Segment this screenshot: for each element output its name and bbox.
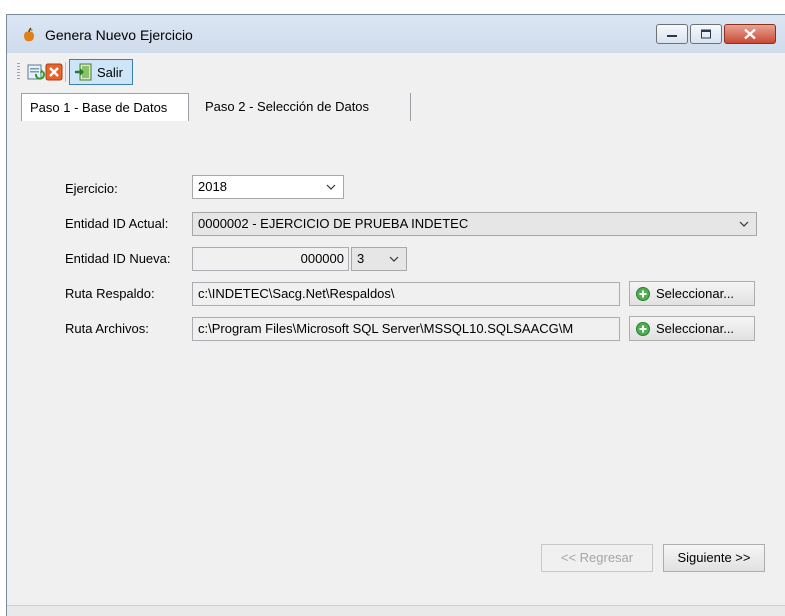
siguiente-button[interactable]: Siguiente >> [663,544,765,572]
tab-label: Paso 2 - Selección de Datos [205,99,370,114]
salir-button[interactable]: Salir [69,59,133,85]
add-icon [636,287,650,301]
ruta-archivos-label: Ruta Archivos: [65,321,149,336]
entidad-actual-value: 0000002 - EJERCICIO DE PRUEBA INDETEC [198,216,469,231]
entidad-actual-select[interactable]: 0000002 - EJERCICIO DE PRUEBA INDETEC [192,212,757,236]
entidad-nueva-field[interactable]: 000000 [192,247,349,271]
add-icon [636,322,650,336]
chevron-down-icon [389,256,399,262]
minimize-button[interactable] [656,24,688,44]
toolbar-grip[interactable] [17,63,20,81]
ruta-archivos-value: c:\Program Files\Microsoft SQL Server\MS… [198,321,574,336]
toolbar: Salir [7,53,785,93]
toolbar-separator [65,62,66,82]
chevron-down-icon [326,184,336,190]
cancel-icon[interactable] [45,63,63,81]
ruta-respaldo-value: c:\INDETEC\Sacg.Net\Respaldos\ [198,286,395,301]
seleccionar-label: Seleccionar... [656,286,735,301]
seleccionar-archivos-button[interactable]: Seleccionar... [629,316,755,341]
ejercicio-label: Ejercicio: [65,181,118,196]
tab-panel: Ejercicio: 2018 Entidad ID Actual: 00000… [7,122,785,582]
ruta-respaldo-field[interactable]: c:\INDETEC\Sacg.Net\Respaldos\ [192,282,620,306]
close-icon [744,28,756,40]
minimize-icon [667,35,677,37]
ruta-respaldo-label: Ruta Respaldo: [65,286,155,301]
tab-seleccion-de-datos[interactable]: Paso 2 - Selección de Datos [197,93,411,121]
entidad-actual-label: Entidad ID Actual: [65,216,169,231]
exit-icon [75,63,92,81]
seleccionar-label: Seleccionar... [656,321,735,336]
tab-base-de-datos[interactable]: Paso 1 - Base de Datos [21,93,189,121]
chevron-down-icon [739,221,749,227]
window-title: Genera Nuevo Ejercicio [45,27,193,43]
ruta-archivos-field[interactable]: c:\Program Files\Microsoft SQL Server\MS… [192,317,620,341]
entidad-nueva-label: Entidad ID Nueva: [65,251,171,266]
title-bar[interactable]: Genera Nuevo Ejercicio [7,15,785,53]
main-window: Genera Nuevo Ejercicio Salir Paso 1 - Ba… [6,14,785,616]
ejercicio-select[interactable]: 2018 [192,175,344,199]
tab-strip: Paso 1 - Base de Datos Paso 2 - Selecció… [7,93,785,123]
status-bar [7,605,785,616]
tab-label: Paso 1 - Base de Datos [30,100,168,115]
ejercicio-value: 2018 [198,179,227,194]
entidad-nueva-value: 000000 [300,251,344,266]
maximize-icon [701,29,711,39]
salir-label: Salir [97,65,124,80]
entidad-nueva-digits-select[interactable]: 3 [351,247,407,271]
maximize-button[interactable] [690,24,722,44]
regresar-button[interactable]: << Regresar [541,544,653,572]
seleccionar-respaldo-button[interactable]: Seleccionar... [629,281,755,306]
close-button[interactable] [724,24,776,44]
entidad-nueva-digits-value: 3 [357,251,365,266]
app-icon [24,27,34,42]
refresh-icon[interactable] [27,63,45,81]
